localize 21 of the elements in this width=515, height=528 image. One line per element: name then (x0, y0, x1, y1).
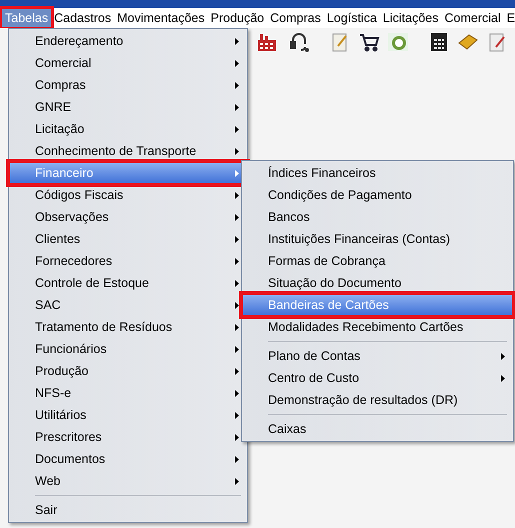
menu-title[interactable]: Licitações (380, 9, 442, 27)
menu-title[interactable]: Logística (324, 9, 380, 27)
cart-icon[interactable] (358, 31, 380, 53)
menu-item[interactable]: Conhecimento de Transporte (9, 140, 247, 162)
menu-item[interactable]: GNRE (9, 96, 247, 118)
menu-item[interactable]: Sair (9, 499, 247, 521)
menu-title[interactable]: Produção (208, 9, 268, 27)
factory-icon[interactable] (256, 31, 278, 53)
menu-item[interactable]: Endereçamento (9, 30, 247, 52)
calculator-icon[interactable] (428, 31, 450, 53)
menu-title[interactable]: E (504, 9, 515, 27)
menu-title[interactable]: Compras (267, 9, 324, 27)
menu-title[interactable]: Cadastros (51, 9, 114, 27)
headset-icon[interactable] (288, 31, 310, 53)
menu-title[interactable]: Comercial (441, 9, 504, 27)
menu-item[interactable]: Compras (9, 74, 247, 96)
menu-title[interactable]: Movimentações (114, 9, 208, 27)
menu-item[interactable]: Documentos (9, 448, 247, 470)
menu-item[interactable]: Comercial (9, 52, 247, 74)
menu-item[interactable]: Licitação (9, 118, 247, 140)
menu-item[interactable]: Web (9, 470, 247, 492)
